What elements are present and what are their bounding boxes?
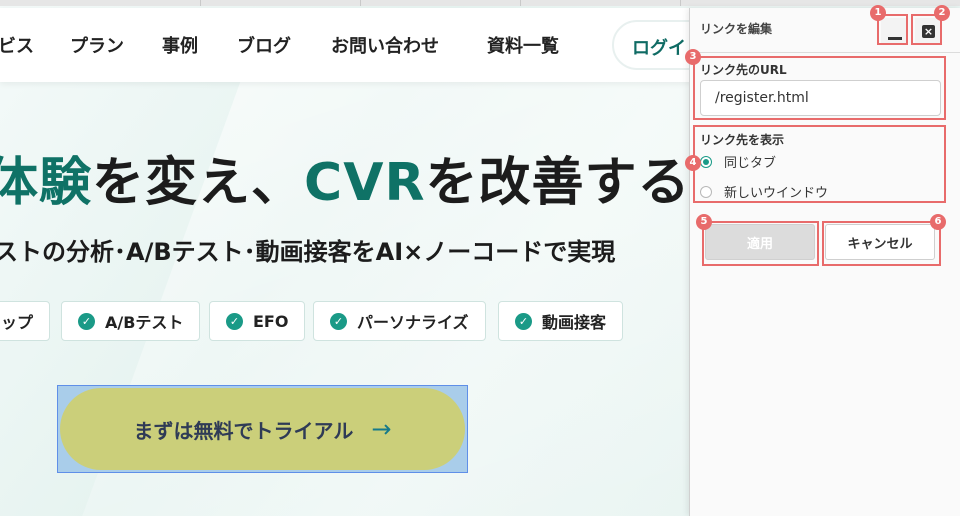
free-trial-label: まずは無料でトライアル — [133, 418, 354, 443]
annotation-badge: 4 — [685, 155, 701, 171]
annotation-badge: 5 — [696, 214, 712, 230]
browser-top-strip — [0, 0, 960, 6]
nav-item-contact[interactable]: お問い合わせ — [331, 32, 439, 58]
nav-item-cases[interactable]: 事例 — [162, 32, 198, 58]
nav-item-documents[interactable]: 資料一覧 — [487, 32, 559, 58]
annotation-box — [693, 56, 946, 120]
annotation-badge: 6 — [930, 214, 946, 230]
annotation-badge: 2 — [934, 5, 950, 21]
hero-subline: ストの分析･A/Bテスト･動画接客をAI×ノーコードで実現 — [0, 238, 616, 266]
feature-chip: ✓ 動画接客 — [498, 301, 624, 341]
annotation-box — [702, 221, 819, 266]
feature-chip-label: A/Bテスト — [105, 313, 184, 332]
arrow-right-icon: → — [371, 415, 392, 443]
headline-accent-1: 体験 — [0, 153, 93, 213]
login-button-label: ログイ — [632, 38, 686, 59]
feature-chip: ✓ A/Bテスト — [61, 301, 201, 341]
headline-text-2: を改善する — [425, 153, 691, 213]
check-icon: ✓ — [78, 312, 95, 330]
nav-item-services[interactable]: ビス — [0, 32, 34, 58]
free-trial-button[interactable]: まずは無料でトライアル → — [60, 388, 465, 470]
feature-chip: ップ — [0, 301, 51, 341]
feature-chip-label: 動画接客 — [542, 313, 607, 332]
check-icon: ✓ — [330, 312, 347, 330]
feature-chip: ✓ EFO — [209, 301, 306, 341]
feature-chip: ✓ パーソナライズ — [313, 301, 486, 341]
hero-headline: 体験を変え、CVRを改善する — [0, 140, 691, 215]
annotation-box — [822, 221, 941, 266]
headline-accent-2: CVR — [304, 153, 426, 213]
check-icon: ✓ — [515, 312, 532, 330]
annotation-badge: 3 — [685, 49, 701, 65]
annotation-box — [693, 125, 946, 203]
nav-item-blog[interactable]: ブログ — [237, 32, 291, 58]
annotation-badge: 1 — [870, 5, 886, 21]
feature-chip-label: EFO — [253, 311, 289, 331]
feature-chip-label: ップ — [1, 313, 34, 332]
headline-text-1: を変え、 — [92, 153, 305, 213]
feature-chip-label: パーソナライズ — [357, 313, 469, 332]
panel-divider — [690, 52, 960, 53]
nav-item-plan[interactable]: プラン — [70, 32, 124, 58]
panel-title: リンクを編集 — [700, 22, 773, 36]
check-icon: ✓ — [226, 312, 243, 330]
